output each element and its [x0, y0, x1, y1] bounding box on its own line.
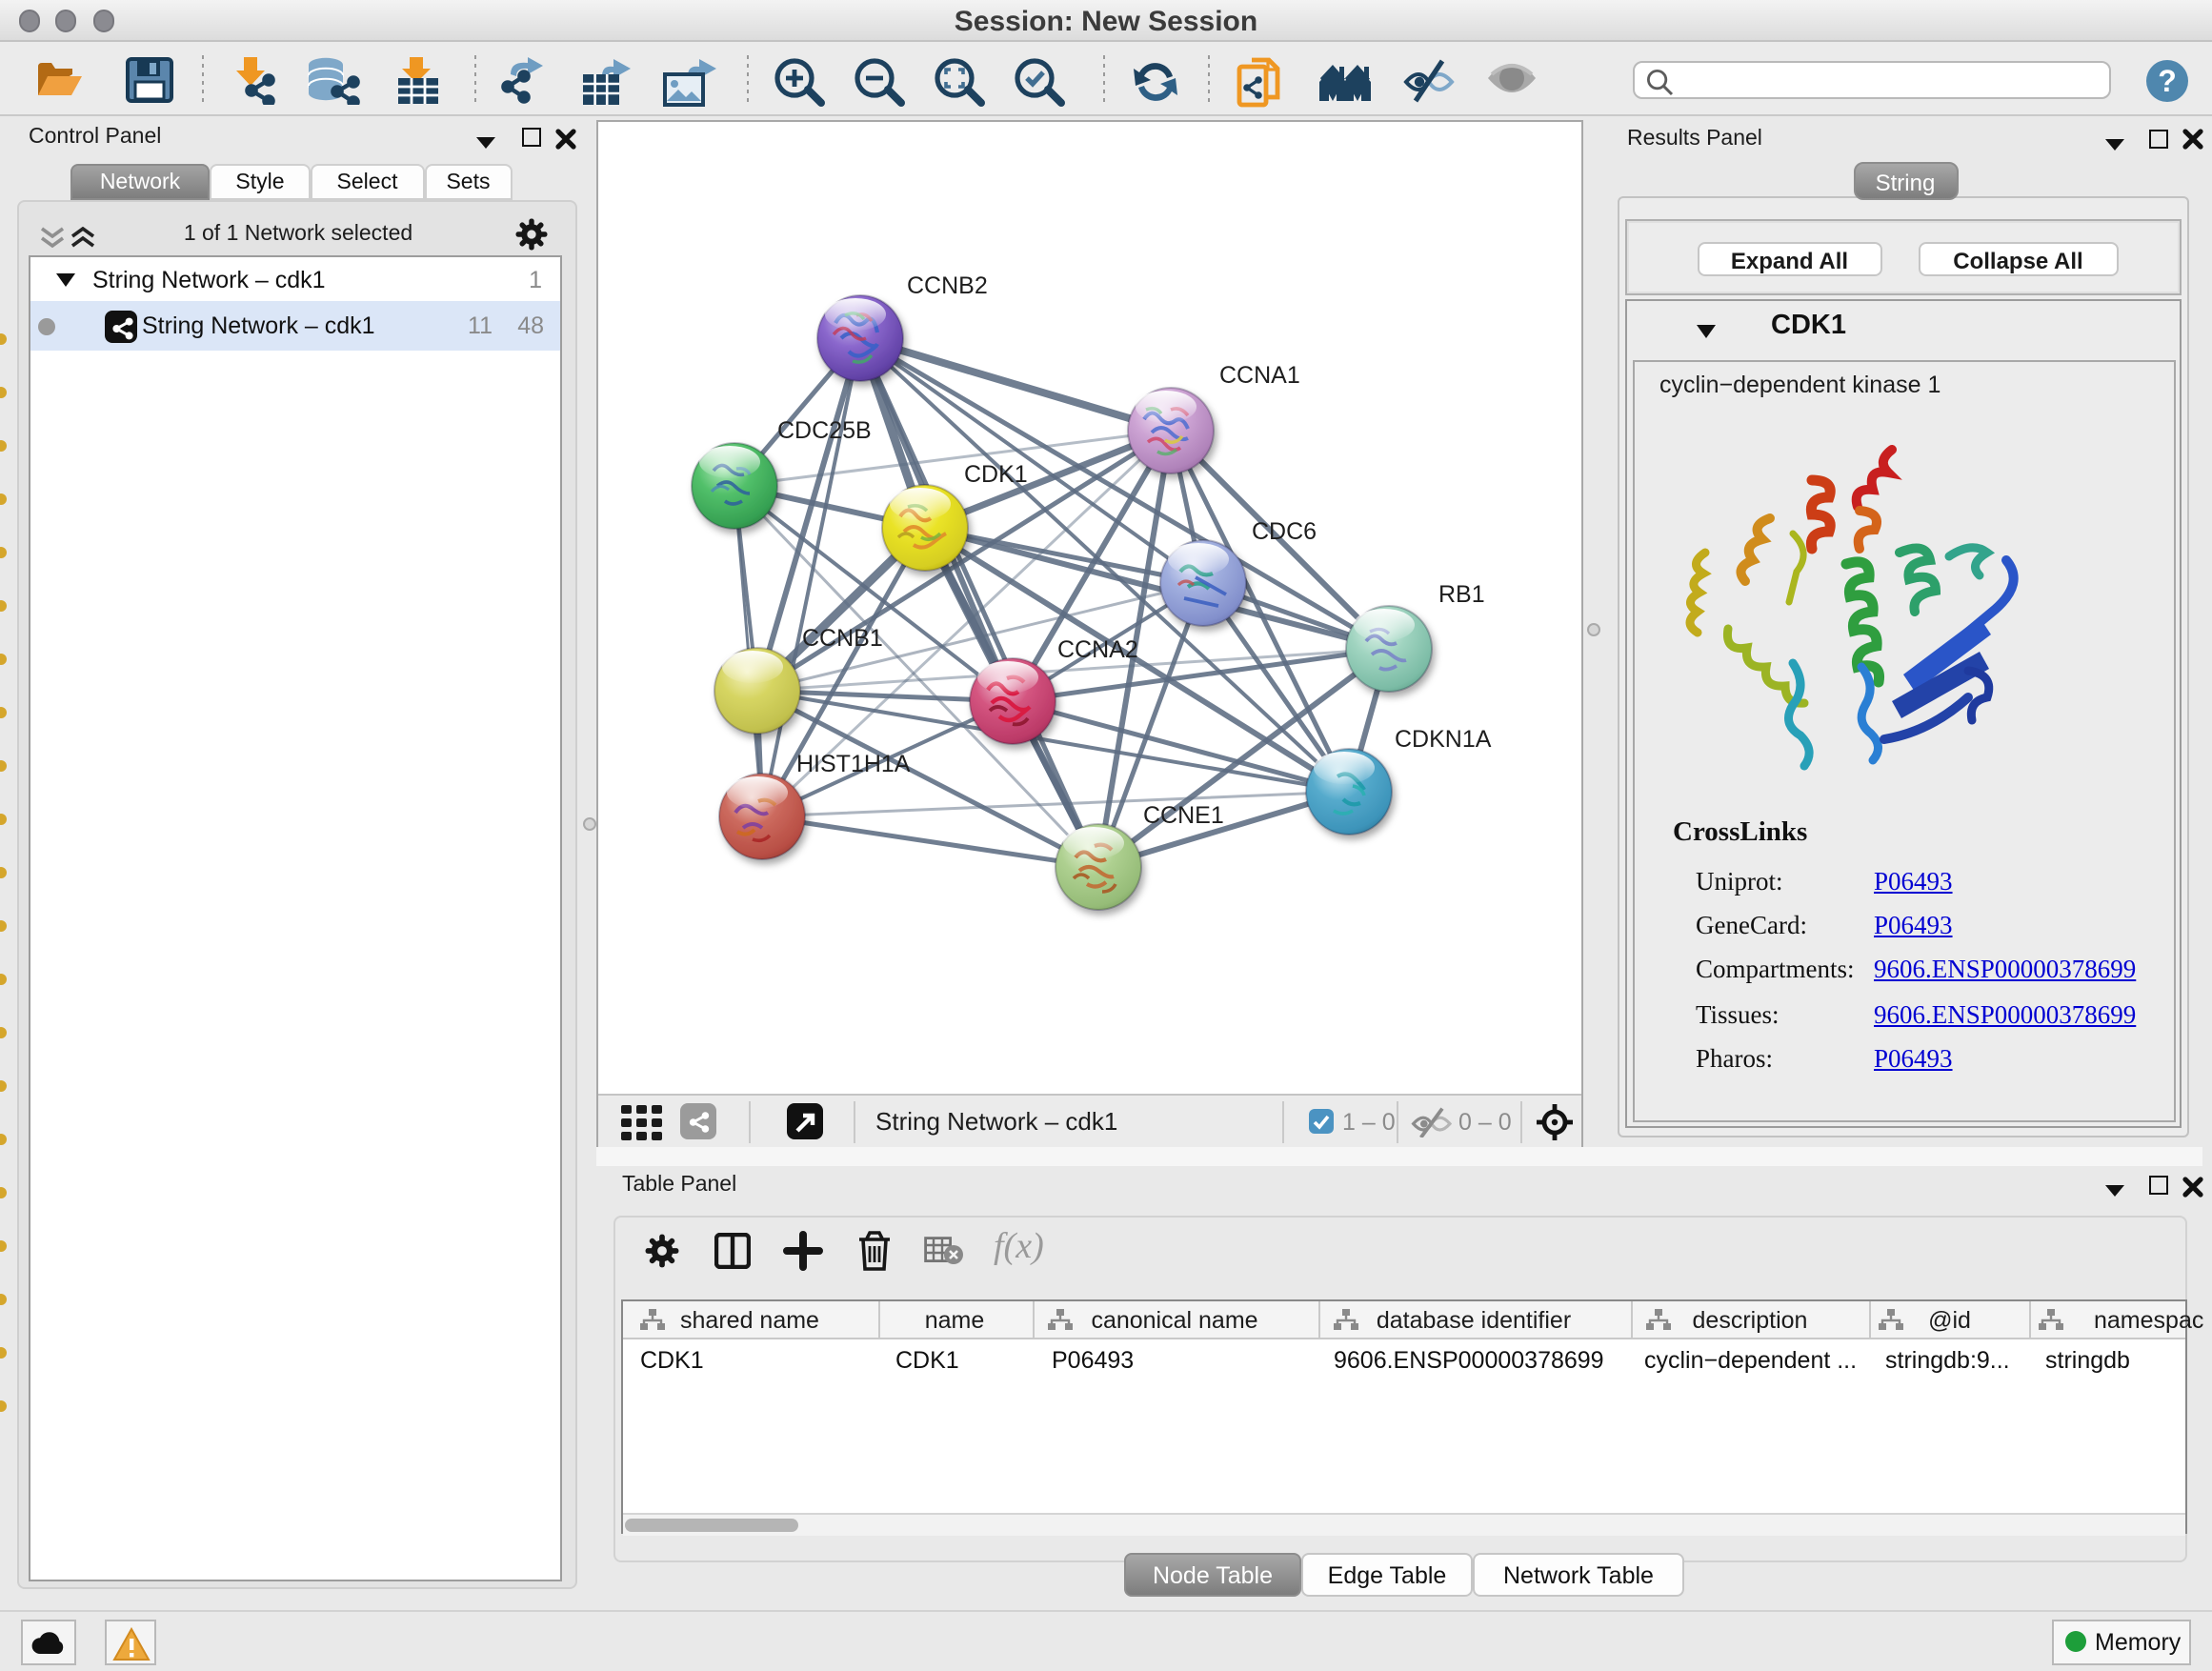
svg-text:CCNA1: CCNA1 [1218, 361, 1299, 388]
svg-text:RB1: RB1 [1438, 580, 1484, 607]
svg-text:CCNB1: CCNB1 [801, 624, 882, 651]
svg-text:CDC6: CDC6 [1251, 517, 1316, 544]
svg-text:CCNB2: CCNB2 [906, 272, 987, 298]
svg-text:CCNE1: CCNE1 [1142, 801, 1223, 828]
svg-text:CDKN1A: CDKN1A [1394, 725, 1491, 752]
svg-text:CDC25B: CDC25B [776, 416, 871, 443]
svg-text:CDK1: CDK1 [963, 460, 1027, 487]
svg-text:CCNA2: CCNA2 [1056, 635, 1137, 662]
svg-text:HIST1H1A: HIST1H1A [795, 750, 910, 776]
svg-text:?: ? [2158, 64, 2177, 98]
